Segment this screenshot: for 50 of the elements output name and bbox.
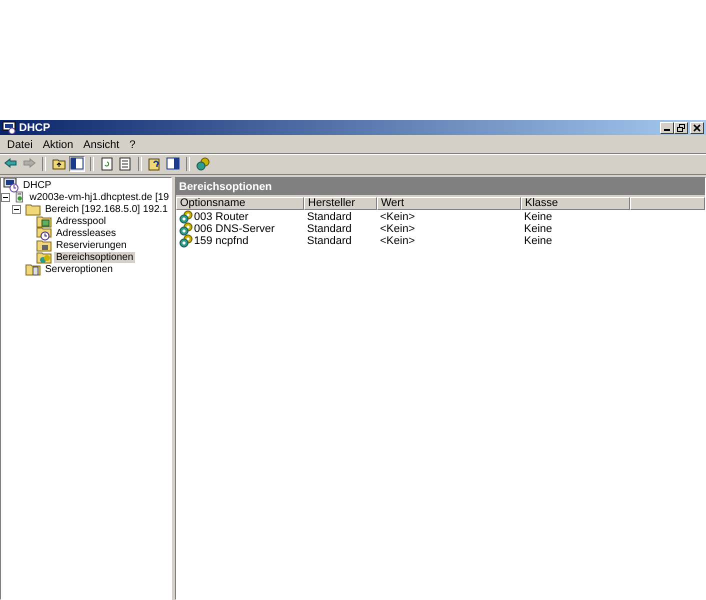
- minimize-icon: [664, 129, 670, 131]
- menu-item[interactable]: Aktion: [38, 138, 78, 150]
- tree-item[interactable]: DHCP: [21, 180, 54, 190]
- restore-icon: [677, 124, 685, 132]
- server-icon: [14, 189, 26, 205]
- menu-item[interactable]: Datei: [2, 138, 38, 150]
- table-cell: Keine: [524, 235, 552, 247]
- tree-item[interactable]: Adressleases: [54, 228, 118, 238]
- table-cell[interactable]: 003 Router: [194, 211, 248, 223]
- collapse-toggle[interactable]: [1, 192, 10, 202]
- table-cell: <Kein>: [380, 223, 415, 235]
- column-header[interactable]: Wert: [377, 197, 521, 210]
- window-title: DHCP: [19, 122, 52, 134]
- restore-button[interactable]: [674, 122, 688, 134]
- minimize-button[interactable]: [660, 122, 674, 134]
- table-cell: Standard: [307, 223, 352, 235]
- table-cell: Standard: [307, 211, 352, 223]
- table-cell: Standard: [307, 235, 352, 247]
- panel-button[interactable]: [165, 156, 181, 172]
- table-cell: <Kein>: [380, 211, 415, 223]
- gear-button[interactable]: [195, 156, 211, 172]
- table-cell: <Kein>: [380, 235, 415, 247]
- menu-item[interactable]: ?: [124, 138, 140, 150]
- tree-item[interactable]: Bereich [192.168.5.0] 192.1: [43, 204, 170, 214]
- column-header[interactable]: [630, 197, 705, 210]
- column-header[interactable]: Hersteller: [304, 197, 377, 210]
- app-icon: [2, 121, 16, 134]
- tree-item[interactable]: Reservierungen: [54, 240, 129, 250]
- close-button[interactable]: [690, 122, 704, 134]
- tree-item[interactable]: w2003e-vm-hj1.dhcptest.de [19: [27, 192, 171, 202]
- table-cell[interactable]: 159 ncpfnd: [194, 235, 248, 247]
- table-cell: Keine: [524, 211, 552, 223]
- close-icon: [693, 124, 701, 132]
- refresh-page-button[interactable]: [99, 156, 115, 172]
- collapse-toggle[interactable]: [12, 204, 21, 214]
- tree-item[interactable]: Serveroptionen: [43, 264, 115, 274]
- tree-pane-button[interactable]: [69, 156, 85, 172]
- tree-item[interactable]: Adresspool: [54, 216, 108, 226]
- gear-icon: [179, 234, 193, 248]
- column-header[interactable]: Klasse: [521, 197, 630, 210]
- list-page-button[interactable]: [117, 156, 133, 172]
- pane-title: Bereichsoptionen: [176, 178, 705, 197]
- gear-icon: [179, 222, 193, 236]
- folder-clock-icon: [36, 225, 52, 241]
- gear-icon: [179, 210, 193, 224]
- menu-item[interactable]: Ansicht: [78, 138, 124, 150]
- table-cell: Keine: [524, 223, 552, 235]
- table-cell[interactable]: 006 DNS-Server: [194, 223, 275, 235]
- tree-item[interactable]: Bereichsoptionen: [54, 252, 136, 262]
- column-header[interactable]: Optionsname: [176, 197, 304, 210]
